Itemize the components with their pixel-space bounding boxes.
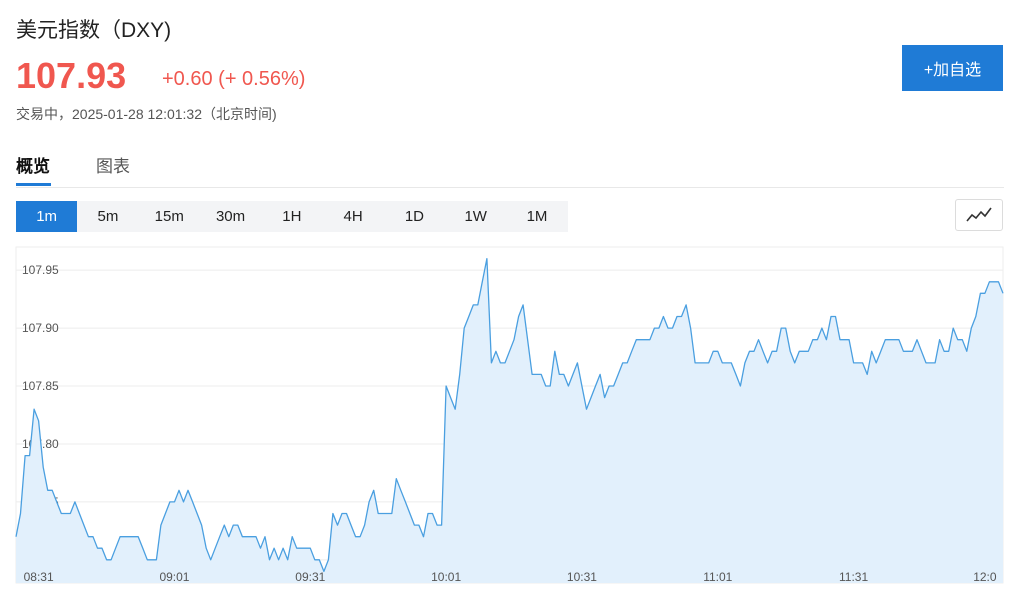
tab-overview[interactable]: 概览 [16,152,50,177]
add-watchlist-button[interactable]: +加自选 [902,45,1003,91]
y-tick-label: 107.85 [22,379,59,393]
x-tick-label: 08:31 [24,570,54,584]
y-tick-label: 107.90 [22,321,59,335]
interval-15m[interactable]: 15m [139,201,200,232]
line-chart-icon [966,207,992,222]
x-tick-label: 09:01 [159,570,189,584]
y-tick-label: 107.95 [22,263,59,277]
interval-30m[interactable]: 30m [200,201,261,232]
x-tick-label: 11:31 [839,570,868,584]
tab-chart[interactable]: 图表 [96,152,130,177]
active-tab-indicator [16,183,51,186]
chart-type-toggle[interactable] [955,199,1003,231]
interval-1h[interactable]: 1H [261,201,322,232]
interval-1m[interactable]: 1m [16,201,78,232]
tab-bar: 概览 图表 [16,150,1004,188]
x-tick-label: 10:01 [431,570,461,584]
price-change: +0.60 (+ 0.56%) [162,68,306,90]
interval-1w[interactable]: 1W [445,201,506,232]
interval-4h[interactable]: 4H [322,201,383,232]
index-title: 美元指数（DXY) [16,19,172,42]
interval-1d[interactable]: 1D [384,201,445,232]
x-tick-label: 10:31 [567,570,597,584]
x-tick-label: 09:31 [295,570,325,584]
trading-status: 交易中，2025-01-28 12:01:32（北京时间) [16,106,277,122]
price-chart[interactable]: 107.70107.75107.80107.85107.90107.9508:3… [0,245,1024,590]
current-price: 107.93 [16,55,127,96]
interval-selector: 1m 5m 15m 30m 1H 4H 1D 1W 1M [16,201,568,232]
interval-5m[interactable]: 5m [77,201,138,232]
x-tick-label: 12:0 [973,570,997,584]
x-tick-label: 11:01 [703,570,732,584]
interval-1mo[interactable]: 1M [506,201,567,232]
